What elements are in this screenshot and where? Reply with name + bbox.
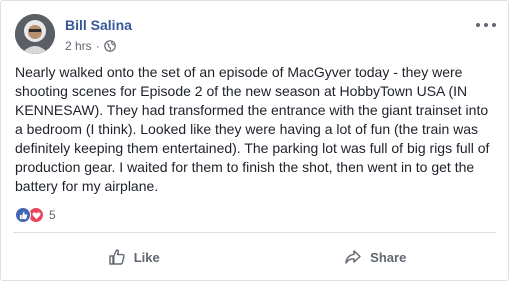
post-timestamp[interactable]: 2 hrs (65, 38, 92, 54)
more-dot-icon (492, 23, 496, 27)
like-button[interactable]: Like (13, 239, 255, 275)
divider (13, 232, 496, 233)
post-meta: 2 hrs · (65, 38, 116, 54)
reactions-summary[interactable]: 5 (15, 207, 56, 223)
action-bar: Like Share (13, 239, 496, 275)
post-card: Bill Salina 2 hrs · Nearly walked onto t… (0, 0, 509, 281)
like-button-label: Like (133, 249, 160, 265)
share-arrow-icon (345, 250, 361, 264)
globe-icon[interactable] (103, 40, 116, 52)
share-button[interactable]: Share (255, 239, 497, 275)
author-name[interactable]: Bill Salina (65, 16, 132, 34)
share-button-label: Share (370, 249, 407, 265)
more-dot-icon (484, 23, 488, 27)
more-dot-icon (476, 23, 480, 27)
post-text: Nearly walked onto the set of an episode… (15, 64, 490, 194)
more-options-button[interactable] (476, 19, 496, 31)
avatar[interactable] (15, 14, 55, 54)
reaction-count: 5 (49, 208, 56, 222)
avatar-image (15, 14, 55, 54)
thumbs-up-icon (109, 249, 125, 265)
meta-separator: · (95, 39, 100, 53)
like-reaction-icon (15, 207, 31, 223)
